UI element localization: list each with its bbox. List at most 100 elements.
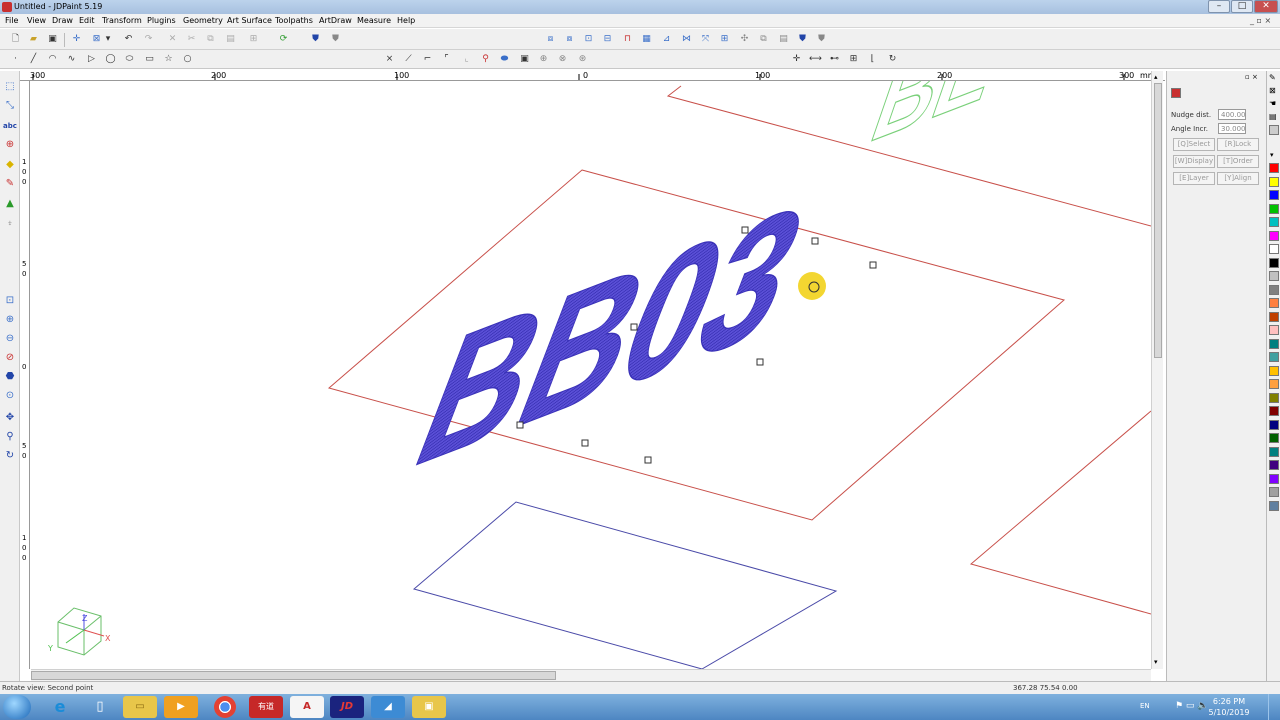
layer-button[interactable]: [E]Layer	[1173, 172, 1215, 185]
color-swatch[interactable]	[1269, 338, 1279, 349]
menu-plugins[interactable]: Plugins	[147, 16, 176, 25]
refresh-icon[interactable]: ⟳	[276, 32, 291, 46]
view-3d-icon[interactable]: ⬣	[2, 369, 18, 385]
trim-icon[interactable]: ⨯	[382, 52, 397, 66]
palette-close-icon[interactable]: ⊠	[1269, 86, 1276, 95]
clock-date[interactable]: 5/10/2019	[1204, 708, 1254, 717]
start-button[interactable]	[3, 695, 31, 719]
rectangle-icon[interactable]: ▭	[142, 52, 157, 66]
triangle-icon[interactable]: ▷	[84, 52, 99, 66]
pattern-icon[interactable]: ⚲	[478, 52, 493, 66]
palette-dropdown-icon[interactable]: ▾	[1270, 151, 1274, 159]
fillet-icon[interactable]: ⌐	[420, 52, 435, 66]
view-front-icon[interactable]: ⊡	[581, 32, 596, 46]
color-swatch[interactable]	[1269, 379, 1279, 389]
hatch-icon[interactable]: ⊕	[536, 52, 551, 66]
menu-edit[interactable]: Edit	[79, 16, 95, 25]
chamfer-icon[interactable]: ⌜	[439, 52, 454, 66]
horizontal-scrollbar[interactable]	[31, 669, 1151, 681]
node-edit-icon[interactable]: ⤡	[2, 98, 18, 114]
color-swatch[interactable]	[1269, 419, 1279, 430]
display-button[interactable]: [W]Display	[1173, 155, 1215, 168]
autocad-icon[interactable]: A	[290, 696, 324, 718]
zoom-out-icon[interactable]: ⊖	[2, 331, 18, 347]
ellipse-icon[interactable]: ⬭	[122, 52, 137, 66]
window-app-icon[interactable]: ▣	[412, 696, 446, 718]
zoom-box-icon[interactable]: ⊠	[89, 32, 104, 46]
menu-transform[interactable]: Transform	[102, 16, 142, 25]
palette-tool-icon[interactable]: ▤	[1269, 112, 1277, 121]
menu-geometry[interactable]: Geometry	[183, 16, 223, 25]
rotate-view-icon[interactable]: ↻	[2, 448, 18, 464]
color-swatch[interactable]	[1269, 244, 1279, 254]
color-swatch[interactable]	[1269, 163, 1279, 173]
align-icon[interactable]: ⋈	[679, 32, 694, 46]
explode-icon[interactable]: ⊛	[575, 52, 590, 66]
paint-app-icon[interactable]: ◢	[371, 696, 405, 718]
angle-incr-input[interactable]	[1218, 123, 1246, 134]
dimension-icon[interactable]: ⟷	[808, 52, 823, 66]
fill-icon[interactable]: ▲	[2, 196, 18, 212]
color-swatch[interactable]	[1269, 365, 1279, 376]
color-swatch[interactable]	[1269, 176, 1279, 187]
color-swatch[interactable]	[1269, 284, 1279, 295]
color-swatch[interactable]	[1269, 217, 1279, 227]
snap-icon[interactable]: ⤧	[698, 32, 713, 46]
menu-file[interactable]: File	[5, 16, 18, 25]
paste-icon[interactable]: ▤	[223, 32, 238, 46]
probe-icon[interactable]: ⍖	[2, 216, 18, 232]
measure-icon[interactable]: ⊿	[659, 32, 674, 46]
align-button[interactable]: [Y]Align	[1217, 172, 1259, 185]
offset-icon[interactable]: ⌞	[459, 52, 474, 66]
rotate-icon[interactable]: ↻	[885, 52, 900, 66]
shield-blue-icon[interactable]: ⛊	[795, 32, 810, 46]
view-iso-icon[interactable]: ⊓	[620, 32, 635, 46]
order-button[interactable]: [T]Order	[1217, 155, 1259, 168]
magnify-icon[interactable]: ⚲	[2, 429, 18, 445]
block-icon[interactable]: ⊞	[846, 52, 861, 66]
view-side-icon[interactable]: ⊟	[600, 32, 615, 46]
layer-icon[interactable]: ▤	[776, 32, 791, 46]
zoom-window-icon[interactable]: ⊡	[2, 293, 18, 309]
origin-icon[interactable]: ✣	[737, 32, 752, 46]
color-swatch[interactable]	[1269, 325, 1279, 335]
chrome-icon[interactable]	[214, 696, 236, 718]
minimize-button[interactable]: –	[1208, 0, 1230, 13]
lock-button[interactable]: [R]Lock	[1217, 138, 1259, 151]
select-button[interactable]: [Q]Select	[1173, 138, 1215, 151]
file-icon[interactable]: ▯	[83, 696, 117, 718]
move-icon[interactable]: ✛	[789, 52, 804, 66]
shield-gray2-icon[interactable]: ⛊	[814, 32, 829, 46]
sculpt-icon[interactable]: ◆	[2, 157, 18, 173]
vertical-scroll-thumb[interactable]	[1154, 83, 1162, 358]
vertical-scrollbar[interactable]: ▴ ▾	[1151, 71, 1163, 669]
explorer-icon[interactable]: ▭	[123, 696, 157, 718]
color-swatch[interactable]	[1269, 203, 1279, 214]
color-swatch[interactable]	[1269, 230, 1279, 241]
color-swatch[interactable]	[1269, 392, 1279, 403]
menu-artdraw[interactable]: ArtDraw	[319, 16, 352, 25]
text-dim-icon[interactable]: ⊷	[827, 52, 842, 66]
palette-pencil-icon[interactable]: ✎	[1269, 73, 1276, 82]
ie-icon[interactable]: e	[43, 696, 77, 718]
grid-icon[interactable]: ▦	[639, 32, 654, 46]
palette-hand-icon[interactable]: ☚	[1269, 99, 1276, 108]
shield-gray-icon[interactable]: ⛊	[328, 32, 343, 46]
menu-view[interactable]: View	[27, 16, 46, 25]
select-box-icon[interactable]: ⬚	[2, 79, 18, 95]
pencil-icon[interactable]: ✎	[2, 176, 18, 192]
color-swatch[interactable]	[1269, 190, 1279, 200]
zoom-all-icon[interactable]: ⊙	[2, 388, 18, 404]
dropdown-arrow-icon[interactable]: ▾	[104, 32, 112, 46]
pan-icon[interactable]: ✥	[2, 410, 18, 426]
point-icon[interactable]: ·	[8, 52, 23, 66]
undo-icon[interactable]: ↶	[121, 32, 136, 46]
language-indicator[interactable]: EN	[1140, 702, 1150, 710]
delete-icon[interactable]: ✕	[165, 32, 180, 46]
zoom-pan-icon[interactable]: ⊘	[2, 350, 18, 366]
circle-icon[interactable]: ◯	[103, 52, 118, 66]
drawing-canvas[interactable]: BE BB03 X Y Z	[31, 81, 1151, 669]
view-fit-icon[interactable]: ⧈	[543, 32, 558, 46]
color-swatch[interactable]	[1269, 446, 1279, 457]
arc-icon[interactable]: ◠	[45, 52, 60, 66]
